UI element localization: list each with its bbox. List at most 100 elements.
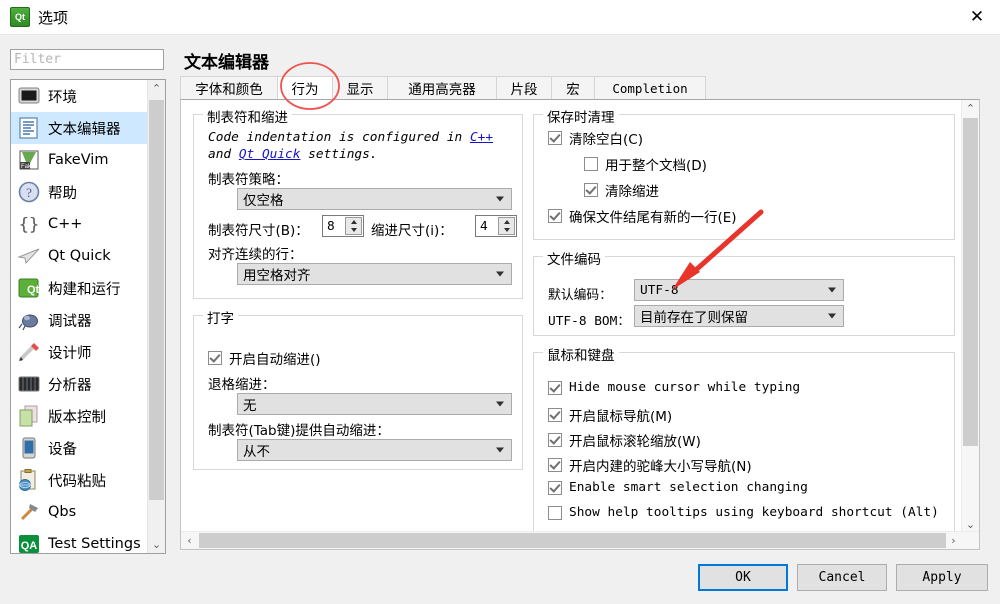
sidebar-item-12[interactable]: 代码粘贴 <box>11 464 149 496</box>
designer-icon <box>17 340 41 364</box>
qtquick-settings-link[interactable]: Qt Quick <box>239 147 301 162</box>
sidebar-scroll-up-icon[interactable]: ⌃ <box>148 80 165 97</box>
indent-size-stepper[interactable]: 4 <box>475 215 517 237</box>
cancel-button[interactable]: Cancel <box>797 564 887 591</box>
group-file-encoding: 文件编码 默认编码： UTF-8 UTF-8 BOM： 目前存在了则保留 <box>533 248 955 336</box>
sidebar-item-14[interactable]: QA Test Settings <box>11 528 149 553</box>
tab-size-stepper[interactable]: 8 <box>322 215 364 237</box>
sidebar-item-8[interactable]: 设计师 <box>11 336 149 368</box>
checkbox-mk-list-1[interactable]: 开启鼠标导航(M) <box>548 405 672 425</box>
checkbox-box <box>208 351 222 365</box>
tab-1[interactable]: 行为 <box>277 76 333 100</box>
sidebar-item-label: 代码粘贴 <box>48 473 106 490</box>
sidebar-item-label: Qbs <box>48 504 77 520</box>
tab-0[interactable]: 字体和颜色 <box>180 76 278 100</box>
sidebar-item-1[interactable]: 文本编辑器 <box>11 112 149 144</box>
info-line2-pre: and <box>208 147 239 162</box>
chevron-down-icon <box>828 313 836 319</box>
sidebar-item-2[interactable]: Fake FakeVim <box>11 144 149 176</box>
monitor-icon <box>17 84 41 108</box>
sidebar-item-label: 分析器 <box>48 377 92 394</box>
group-tabs-indentation-title: 制表符和缩进 <box>203 106 292 126</box>
group-mouse-keyboard: 鼠标和键盘 Hide mouse cursor while typing 开启鼠标… <box>533 344 955 532</box>
checkbox-cleanup-list-0[interactable]: 清除空白(C) <box>548 128 643 148</box>
group-typing-title: 打字 <box>203 307 238 327</box>
align-continuation-value: 用空格对齐 <box>243 268 311 284</box>
svg-text:QA: QA <box>21 540 38 552</box>
checkbox-label: 用于整个文档(D) <box>605 158 707 174</box>
auto-indent-checkbox[interactable]: 开启自动缩进() <box>208 348 321 368</box>
checkbox-label: Enable smart selection changing <box>569 480 808 495</box>
tab-6[interactable]: Completion <box>594 76 706 100</box>
cpp-settings-link[interactable]: C++ <box>470 130 493 145</box>
checkbox-mk-list-4[interactable]: Enable smart selection changing <box>548 480 808 495</box>
close-icon[interactable]: ✕ <box>954 0 1000 34</box>
auto-indent-label: 开启自动缩进() <box>229 352 321 368</box>
sidebar-item-label: FakeVim <box>48 152 109 168</box>
sidebar-list: 环境 文本编辑器 Fake FakeVim? 帮助 {} C++ Qt Quick Qt 构建和运… <box>11 80 149 553</box>
apply-button[interactable]: Apply <box>896 564 988 591</box>
default-encoding-select[interactable]: UTF-8 <box>634 279 844 301</box>
checkbox-cleanup-list-3[interactable]: 确保文件结尾有新的一行(E) <box>548 206 737 226</box>
sidebar-item-label: C++ <box>48 216 83 232</box>
sidebar-item-7[interactable]: 调试器 <box>11 304 149 336</box>
tab-3[interactable]: 通用高亮器 <box>387 76 497 100</box>
sidebar-item-10[interactable]: 版本控制 <box>11 400 149 432</box>
sidebar-item-6[interactable]: Qt 构建和运行 <box>11 272 149 304</box>
checkbox-mk-list-3[interactable]: 开启内建的驼峰大小写导航(N) <box>548 455 752 475</box>
sidebar-item-label: 版本控制 <box>48 409 106 426</box>
scroll-up-icon[interactable]: ⌃ <box>962 100 979 117</box>
sidebar-scroll-down-icon[interactable]: ⌄ <box>148 536 165 553</box>
checkbox-checked-icon <box>584 183 598 197</box>
sidebar-item-5[interactable]: Qt Quick <box>11 240 149 272</box>
checkbox-cleanup-list-1[interactable]: 用于整个文档(D) <box>584 154 707 174</box>
backspace-indent-select[interactable]: 无 <box>237 393 512 415</box>
checkbox-mk-list-5[interactable]: Show help tooltips using keyboard shortc… <box>548 505 939 520</box>
tab-policy-select[interactable]: 仅空格 <box>237 188 512 210</box>
chevron-down-icon <box>496 447 504 453</box>
tab-key-indent-select[interactable]: 从不 <box>237 439 512 461</box>
horizontal-scroll-thumb[interactable] <box>199 533 946 548</box>
sidebar-item-3[interactable]: ? 帮助 <box>11 176 149 208</box>
content-horizontal-scrollbar[interactable]: ‹ › <box>181 531 979 549</box>
settings-content: 制表符和缩进 Code indentation is configured in… <box>180 99 980 550</box>
tab-size-stepper-buttons[interactable] <box>345 217 362 235</box>
sidebar-item-13[interactable]: Qbs <box>11 496 149 528</box>
vertical-scroll-thumb[interactable] <box>963 118 978 446</box>
sidebar-scrollbar[interactable]: ⌃ ⌄ <box>147 80 165 553</box>
checkbox-unchecked-icon <box>584 157 598 171</box>
checkbox-mk-list-0[interactable]: Hide mouse cursor while typing <box>548 380 800 395</box>
sidebar-item-9[interactable]: 分析器 <box>11 368 149 400</box>
tab-label: 字体和颜色 <box>195 82 263 98</box>
sidebar-item-label: 设备 <box>48 441 77 458</box>
sidebar-item-0[interactable]: 环境 <box>11 80 149 112</box>
backspace-indent-value: 无 <box>243 398 257 414</box>
qa-icon: QA <box>17 532 41 553</box>
sidebar-item-11[interactable]: 设备 <box>11 432 149 464</box>
scroll-right-icon[interactable]: › <box>945 532 962 549</box>
align-continuation-select[interactable]: 用空格对齐 <box>237 263 512 285</box>
tab-4[interactable]: 片段 <box>496 76 552 100</box>
checkbox-mk-list-2[interactable]: 开启鼠标滚轮缩放(W) <box>548 430 701 450</box>
chevron-down-icon <box>496 271 504 277</box>
code-paste-icon <box>17 468 41 492</box>
checkbox-cleanup-list-2[interactable]: 清除缩进 <box>584 180 659 200</box>
sidebar-scroll-thumb[interactable] <box>149 100 164 500</box>
search-input[interactable] <box>10 49 164 70</box>
ok-button[interactable]: OK <box>698 564 788 591</box>
default-encoding-label: 默认编码： <box>548 288 612 303</box>
checkbox-label: 清除缩进 <box>605 184 659 200</box>
indent-size-stepper-buttons[interactable] <box>498 217 515 235</box>
bug-icon <box>17 308 41 332</box>
utf8-bom-label: UTF-8 BOM： <box>548 314 631 329</box>
utf8-bom-select[interactable]: 目前存在了则保留 <box>634 305 844 327</box>
tab-5[interactable]: 宏 <box>551 76 595 100</box>
chevron-down-icon <box>496 401 504 407</box>
content-vertical-scrollbar[interactable]: ⌃ ⌄ <box>961 100 979 533</box>
tab-2[interactable]: 显示 <box>332 76 388 100</box>
sidebar-item-4[interactable]: {} C++ <box>11 208 149 240</box>
tab-label: 显示 <box>346 82 374 98</box>
scroll-left-icon[interactable]: ‹ <box>181 532 198 549</box>
group-cleanup-title: 保存时清理 <box>543 106 619 126</box>
tab-label: 宏 <box>566 82 580 98</box>
